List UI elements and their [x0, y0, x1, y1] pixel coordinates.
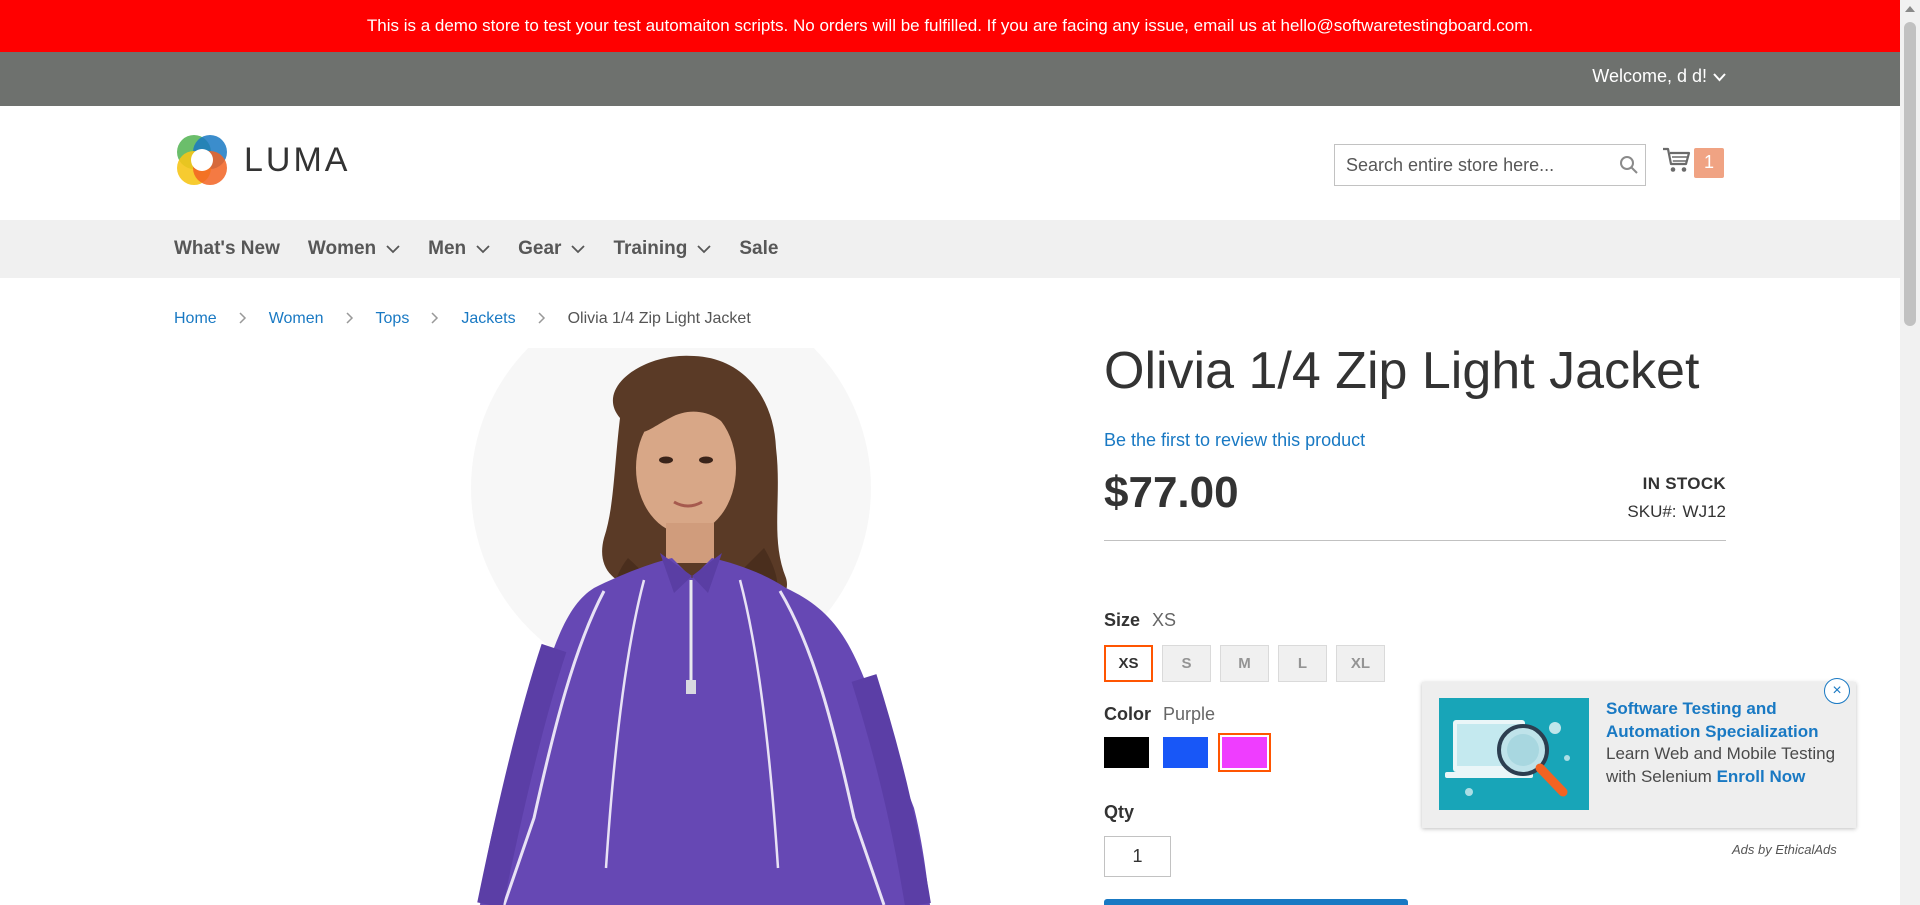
nav-item-label: Sale — [739, 238, 779, 259]
divider — [1104, 540, 1726, 541]
scroll-up-arrow-icon[interactable] — [1905, 6, 1915, 12]
welcome-text: Welcome, d d! — [1592, 66, 1707, 86]
size-swatch-l[interactable]: L — [1278, 645, 1327, 682]
product-sku: SKU#: WJ12 — [1627, 502, 1726, 522]
color-attribute-label: Color Purple — [1104, 704, 1215, 725]
nav-item-women[interactable]: Women — [308, 238, 400, 260]
nav-item-label: What's New — [174, 238, 280, 259]
ad-text[interactable]: Software Testing and Automation Speciali… — [1606, 698, 1842, 788]
ad-attribution[interactable]: Ads by EthicalAds — [1732, 842, 1837, 857]
size-attribute-label: Size XS — [1104, 610, 1176, 631]
nav-item-label: Training — [613, 238, 688, 259]
breadcrumb-link[interactable]: Women — [269, 310, 324, 328]
product-image[interactable] — [174, 348, 1084, 905]
chevron-down-icon — [571, 244, 586, 254]
size-selected: XS — [1152, 610, 1177, 630]
qty-input[interactable] — [1104, 836, 1171, 877]
size-swatch-xs[interactable]: XS — [1104, 645, 1153, 682]
nav-item-training[interactable]: Training — [613, 238, 711, 260]
size-swatch-s[interactable]: S — [1162, 645, 1211, 682]
nav-item-men[interactable]: Men — [428, 238, 490, 260]
size-label: Size — [1104, 610, 1141, 630]
breadcrumb-link[interactable]: Home — [174, 310, 217, 328]
minicart-button[interactable]: 1 — [1662, 146, 1724, 179]
site-header: LUMA 1 — [0, 106, 1900, 220]
color-swatch-black[interactable] — [1104, 737, 1149, 768]
nav-item-sale[interactable]: Sale — [739, 238, 778, 260]
customer-menu-toggle[interactable]: Welcome, d d! — [1592, 66, 1726, 87]
ad-banner[interactable]: × Software Testing and Automation Specia… — [1422, 678, 1856, 828]
welcome-bar: Welcome, d d! — [0, 52, 1900, 106]
chevron-down-icon — [697, 244, 711, 254]
color-selected: Purple — [1163, 704, 1216, 724]
breadcrumb-link[interactable]: Jackets — [461, 310, 515, 328]
main-navigation: What's New Women Men Gear Training Sale — [0, 220, 1900, 278]
search-icon[interactable] — [1613, 155, 1645, 175]
demo-notice-bar: This is a demo store to test your test a… — [0, 0, 1900, 52]
logo-wordmark: LUMA — [244, 140, 351, 179]
breadcrumb-current: Olivia 1/4 Zip Light Jacket — [567, 310, 751, 327]
add-to-cart-button[interactable] — [1104, 899, 1408, 905]
color-label: Color — [1104, 704, 1151, 724]
chevron-right-icon — [346, 311, 354, 327]
cart-icon — [1662, 146, 1692, 179]
stock-status: IN STOCK — [1642, 474, 1726, 493]
search-box — [1334, 144, 1646, 186]
scrollbar-thumb[interactable] — [1904, 22, 1916, 326]
ad-cta[interactable]: Enroll Now — [1717, 767, 1806, 786]
color-swatch-purple[interactable] — [1218, 733, 1271, 772]
nav-list: What's New Women Men Gear Training Sale — [174, 220, 806, 278]
demo-notice-text: This is a demo store to test your test a… — [366, 16, 1534, 35]
color-swatch-blue[interactable] — [1163, 737, 1208, 768]
product-info: Olivia 1/4 Zip Light Jacket Be the first… — [1104, 340, 1726, 905]
luma-logo-icon — [177, 135, 227, 185]
product-photo — [471, 348, 931, 905]
page-scrollbar[interactable] — [1900, 0, 1920, 905]
qty-label: Qty — [1104, 802, 1135, 822]
sku-label: SKU#: — [1627, 502, 1677, 521]
chevron-down-icon — [386, 244, 400, 254]
size-swatch-m[interactable]: M — [1220, 645, 1269, 682]
size-swatch-xl[interactable]: XL — [1336, 645, 1385, 682]
nav-item-gear[interactable]: Gear — [518, 238, 586, 260]
chevron-down-icon — [476, 244, 490, 254]
breadcrumb-link[interactable]: Tops — [376, 310, 410, 328]
breadcrumb: Home Women Tops Jackets Olivia 1/4 Zip Light… — [174, 310, 751, 328]
ad-title[interactable]: Software Testing and Automation Speciali… — [1606, 699, 1819, 741]
product-title: Olivia 1/4 Zip Light Jacket — [1104, 342, 1700, 400]
chevron-right-icon — [431, 311, 439, 327]
ad-image[interactable] — [1439, 698, 1589, 810]
sku-value: WJ12 — [1682, 502, 1726, 521]
luma-logo[interactable]: LUMA — [174, 132, 350, 188]
nav-item-label: Women — [307, 238, 377, 259]
chevron-down-icon — [1713, 71, 1726, 85]
color-swatches — [1104, 733, 1271, 772]
chevron-right-icon — [538, 311, 546, 327]
size-swatches: XS S M L XL — [1104, 645, 1385, 682]
nav-item-what-s-new[interactable]: What's New — [174, 238, 280, 260]
cart-counter: 1 — [1694, 147, 1724, 178]
search-input[interactable] — [1335, 145, 1613, 185]
nav-item-label: Men — [428, 238, 467, 259]
nav-item-label: Gear — [518, 238, 562, 259]
review-link[interactable]: Be the first to review this product — [1104, 430, 1365, 451]
product-price: $77.00 — [1104, 468, 1239, 517]
chevron-right-icon — [239, 311, 247, 327]
